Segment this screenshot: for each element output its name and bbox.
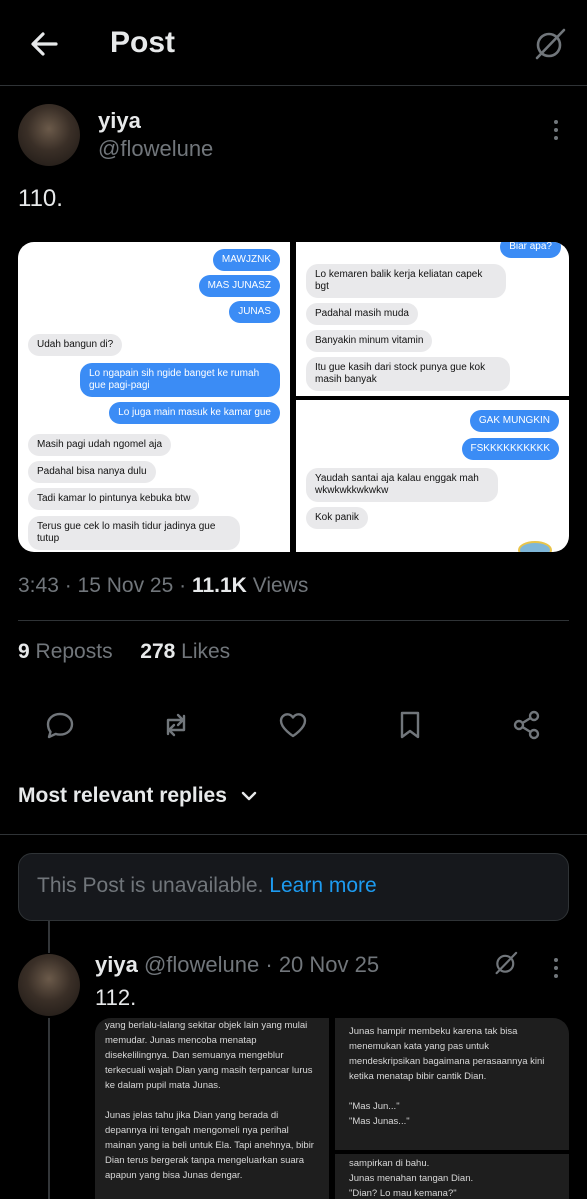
grok-button[interactable] [532,26,568,62]
chat-bubble: Itu gue kasih dari stock punya gue kok m… [306,357,510,391]
top-bar: Post [0,0,587,86]
reply-icon [46,712,74,739]
post-text: 110. [18,185,63,212]
unavailable-post-notice: This Post is unavailable. Learn more [18,853,569,921]
page-title: Post [110,26,176,59]
sticker-image [518,541,552,552]
engagement-stats: 9 Reposts 278 Likes [18,640,230,664]
reply-header: yiya @flowelune · 20 Nov 25 [95,952,379,978]
more-options-button[interactable] [553,120,559,144]
replies-sort-label: Most relevant replies [18,784,227,807]
reposts-count: 9 [18,640,30,663]
chat-bubble: Lo ngapain sih ngide banget ke rumah gue… [80,363,280,397]
chat-bubble: Yaudah santai aja kalau enggak mah wkwkw… [306,468,498,502]
reply-grok-button[interactable] [493,950,519,976]
thread-line [48,1018,50,1199]
chat-bubble: Lo kemaren balik kerja keliatan capek bg… [306,264,506,298]
bookmark-button[interactable] [394,709,426,741]
chat-bubble: Padahal bisa nanya dulu [28,461,156,483]
chat-bubble: JUNAS [229,301,280,323]
views-label: Views [252,574,309,597]
media-image-2[interactable]: Biar apa? Lo kemaren balik kerja keliata… [296,242,569,396]
reply-avatar[interactable] [18,954,80,1016]
post-meta: 3:43 · 15 Nov 25 · 11.1K Views [18,574,309,597]
bookmark-icon [400,711,420,739]
reply-media[interactable]: yang berlalu-lalang sekitar objek lain y… [95,1018,569,1199]
reposts-label: Reposts [35,640,113,663]
post-media[interactable]: MAWJZNK MAS JUNASZ JUNAS Udah bangun di?… [18,242,569,552]
chat-bubble: Kok panik [306,507,368,529]
reply-button[interactable] [44,709,76,741]
chevron-down-icon [241,792,256,801]
reply-media-image-1[interactable]: yang berlalu-lalang sekitar objek lain y… [95,1018,329,1199]
reply-media-image-2[interactable]: Junas hampir membeku karena tak bisa men… [335,1018,569,1150]
chat-bubble: Banyakin minum vitamin [306,330,433,352]
reply-author-name[interactable]: yiya [95,952,138,977]
chat-bubble: Lo juga main masuk ke kamar gue [109,402,280,424]
chat-bubble: Terus gue cek lo masih tidur jadinya gue… [28,516,240,550]
chat-bubble: Tadi kamar lo pintunya kebuka btw [28,488,200,510]
back-button[interactable] [28,28,60,60]
share-button[interactable] [511,709,543,741]
media-image-1[interactable]: MAWJZNK MAS JUNASZ JUNAS Udah bangun di?… [18,242,290,552]
chat-bubble: Udah bangun di? [28,334,123,356]
divider [0,834,587,835]
share-icon [513,710,540,740]
more-dot-icon [554,120,558,124]
like-icon [279,713,307,738]
post-date: 15 Nov 25 [77,574,174,597]
media-image-3[interactable]: GAK MUNGKIN FSKKKKKKKKKK Yaudah santai a… [296,400,569,552]
author-handle[interactable]: @flowelune [98,136,213,162]
repost-button[interactable] [160,709,192,741]
chat-bubble: Masih pagi udah ngomel aja [28,434,172,456]
thread-line [48,921,50,953]
chat-bubble: MAS JUNASZ [198,275,280,297]
reply-author-handle[interactable]: @flowelune [144,952,259,977]
views-count: 11.1K [191,574,247,597]
chat-bubble: MAWJZNK [212,249,280,271]
chat-bubble: GAK MUNGKIN [469,410,559,432]
reply-media-image-3[interactable]: sampirkan di bahu. Junas menahan tangan … [335,1154,569,1199]
like-button[interactable] [277,709,309,741]
replies-sort-button[interactable]: Most relevant replies [18,784,259,808]
likes-stat[interactable]: 278 Likes [140,640,230,663]
repost-icon [166,713,186,737]
likes-label: Likes [181,640,231,663]
reply-text: 112. [95,985,137,1010]
post-time: 3:43 [18,574,59,597]
unavailable-text: This Post is unavailable. [37,874,264,897]
more-dot-icon [554,958,558,962]
chat-bubble: FSKKKKKKKKKK [461,438,559,460]
learn-more-link[interactable]: Learn more [269,874,376,897]
reply-more-options-button[interactable] [553,958,559,982]
grok-icon [495,951,518,975]
avatar[interactable] [18,104,80,166]
reposts-stat[interactable]: 9 Reposts [18,640,113,663]
chat-bubble: Padahal masih muda [306,303,418,325]
chat-bubble: Biar apa? [500,242,561,258]
divider [18,620,569,621]
author-name[interactable]: yiya [98,108,141,134]
grok-icon [535,28,566,60]
arrow-left-icon [31,32,58,56]
reply-date: · 20 Nov 25 [265,952,380,977]
likes-count: 278 [140,640,176,663]
